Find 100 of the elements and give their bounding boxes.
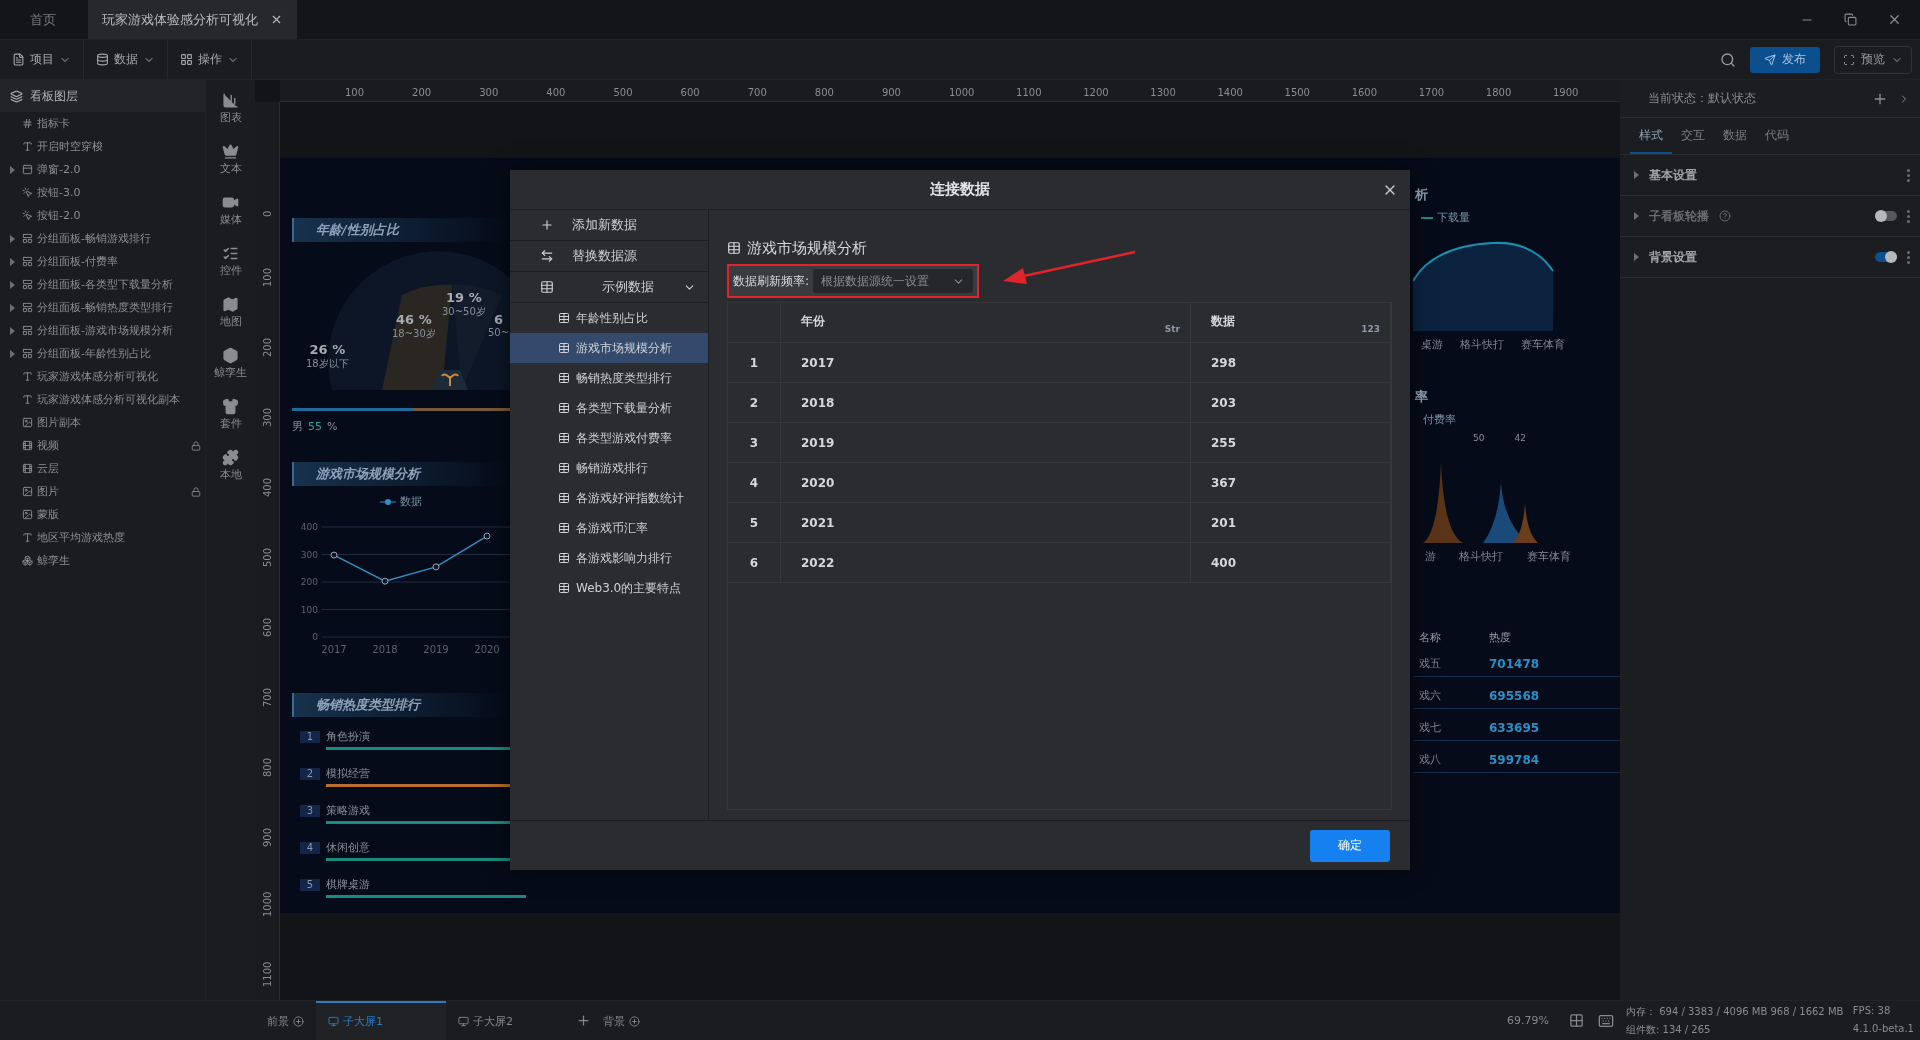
tab[interactable]: 玩家游戏体验感分析可视化: [88, 0, 297, 39]
dataset-item[interactable]: 畅销热度类型排行: [510, 363, 708, 393]
tool-button[interactable]: 本地: [219, 449, 242, 482]
screen-tab[interactable]: 子大屏1: [316, 1001, 446, 1040]
zoom-level: 69.79%: [1507, 1014, 1549, 1027]
tab[interactable]: 数据: [1714, 118, 1756, 154]
caret-icon[interactable]: [10, 303, 15, 312]
film-icon: [22, 463, 33, 474]
layer-item[interactable]: 弹窗-2.0: [0, 158, 205, 181]
layer-item[interactable]: 蒙版: [0, 503, 205, 526]
settings-section[interactable]: 背景设置: [1620, 237, 1920, 278]
table-icon: [558, 522, 570, 534]
grid-icon: [180, 53, 193, 66]
tab[interactable]: 首页: [0, 0, 88, 39]
layer-item[interactable]: 开启时空穿梭: [0, 135, 205, 158]
row-number: 1: [728, 343, 781, 382]
layer-item[interactable]: 云层: [0, 457, 205, 480]
dataset-item[interactable]: Web3.0的主要特点: [510, 573, 708, 603]
layer-item[interactable]: 分组面板-畅销热度类型排行: [0, 296, 205, 319]
menu-button[interactable]: 数据: [84, 40, 168, 79]
plus-icon[interactable]: [576, 1013, 591, 1028]
lock-icon[interactable]: [191, 440, 201, 451]
dataset-item[interactable]: 游戏市场规模分析: [510, 333, 708, 363]
keyboard-icon[interactable]: [1598, 1012, 1614, 1029]
close-icon[interactable]: [1887, 12, 1902, 27]
layer-item[interactable]: 图片副本: [0, 411, 205, 434]
tool-button[interactable]: 文本: [219, 143, 242, 176]
tool-button[interactable]: 地图: [219, 296, 242, 329]
add-icon[interactable]: [293, 1016, 304, 1027]
tab[interactable]: 样式: [1630, 118, 1672, 154]
axis-label: 2020: [474, 644, 500, 655]
legend-label: 付费率: [1423, 412, 1456, 427]
table-cell: 2018: [781, 383, 1191, 422]
layer-item[interactable]: 视频: [0, 434, 205, 457]
layer-item[interactable]: 按钮-3.0: [0, 181, 205, 204]
layer-item[interactable]: 地区平均游戏热度: [0, 526, 205, 549]
more-icon[interactable]: [1907, 250, 1910, 264]
settings-section[interactable]: 基本设置: [1620, 155, 1920, 196]
tool-button[interactable]: 媒体: [219, 194, 242, 227]
dataset-item[interactable]: 各类型游戏付费率: [510, 423, 708, 453]
pointer-icon: [22, 210, 33, 221]
tool-button[interactable]: 套件: [219, 398, 242, 431]
layer-item[interactable]: 鲸孪生: [0, 549, 205, 572]
layer-item[interactable]: 按钮-2.0: [0, 204, 205, 227]
menu-button[interactable]: 操作: [168, 40, 252, 79]
screen-tab[interactable]: 子大屏2: [446, 1001, 576, 1040]
nav-item[interactable]: 示例数据: [510, 272, 708, 303]
layer-item[interactable]: 玩家游戏体感分析可视化: [0, 365, 205, 388]
publish-button[interactable]: 发布: [1750, 46, 1820, 73]
lock-icon[interactable]: [191, 486, 201, 497]
preview-button[interactable]: 预览: [1834, 45, 1912, 74]
layer-item[interactable]: 指标卡: [0, 112, 205, 135]
tool-button[interactable]: 图表: [219, 92, 242, 125]
nav-item[interactable]: 替换数据源: [510, 241, 708, 272]
tab[interactable]: 交互: [1672, 118, 1714, 154]
table-cell-text: 701478: [1489, 656, 1541, 671]
layer-item[interactable]: 分组面板-游戏市场规模分析: [0, 319, 205, 342]
menu-button[interactable]: 项目: [0, 40, 84, 79]
caret-icon: [1634, 212, 1639, 220]
confirm-button[interactable]: 确定: [1310, 829, 1390, 862]
fps-stat: FPS: 38: [1852, 1004, 1892, 1018]
close-icon[interactable]: [270, 13, 283, 26]
layer-item[interactable]: 分组面板-各类型下载量分析: [0, 273, 205, 296]
caret-icon[interactable]: [10, 257, 15, 266]
dataset-item[interactable]: 各游戏币汇率: [510, 513, 708, 543]
caret-icon[interactable]: [10, 349, 15, 358]
layer-item[interactable]: 图片: [0, 480, 205, 503]
caret-icon[interactable]: [10, 165, 15, 174]
panel-title: 率: [1414, 388, 1429, 406]
tool-button[interactable]: 鲸孪生: [214, 347, 247, 380]
search-icon[interactable]: [1720, 51, 1736, 68]
caret-icon[interactable]: [10, 280, 15, 289]
layer-tab[interactable]: 背景: [591, 1001, 652, 1040]
restore-icon[interactable]: [1844, 13, 1857, 26]
dataset-item[interactable]: 畅销游戏排行: [510, 453, 708, 483]
axis-label: 格斗快打: [1459, 549, 1504, 564]
caret-icon[interactable]: [10, 234, 15, 243]
dataset-item[interactable]: 各类型下载量分析: [510, 393, 708, 423]
dataset-item[interactable]: 各游戏好评指数统计: [510, 483, 708, 513]
refresh-select[interactable]: 根据数据源统一设置: [813, 269, 974, 293]
tool-button[interactable]: 控件: [219, 245, 242, 278]
axis-label: 2018: [372, 644, 398, 655]
dataset-item[interactable]: 各游戏影响力排行: [510, 543, 708, 573]
caret-icon[interactable]: [10, 326, 15, 335]
table-cell: 2017: [781, 343, 1191, 382]
layer-item[interactable]: 分组面板-付费率: [0, 250, 205, 273]
layer-item[interactable]: 分组面板-年龄性别占比: [0, 342, 205, 365]
tab[interactable]: 代码: [1756, 118, 1798, 154]
toggle-switch[interactable]: [1875, 252, 1897, 262]
panel-icon: [22, 279, 33, 290]
legend-label: 下载量: [1437, 210, 1470, 225]
ruler-label: 500: [261, 546, 273, 567]
add-icon[interactable]: [629, 1016, 640, 1027]
more-icon[interactable]: [1907, 168, 1910, 182]
layer-item[interactable]: 分组面板-畅销游戏排行: [0, 227, 205, 250]
dataset-item[interactable]: 年龄性别占比: [510, 303, 708, 333]
nav-item[interactable]: 添加新数据: [510, 210, 708, 241]
grid-icon[interactable]: [1569, 1013, 1584, 1028]
layer-item[interactable]: 玩家游戏体感分析可视化副本: [0, 388, 205, 411]
layer-tab[interactable]: 前景: [255, 1001, 316, 1040]
